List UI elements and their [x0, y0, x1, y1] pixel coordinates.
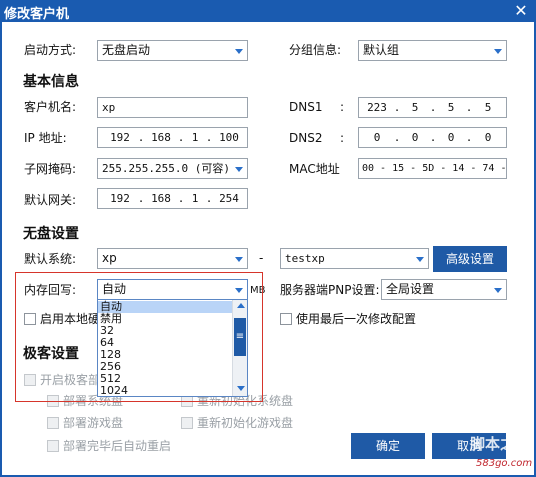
dropdown-option[interactable]: 1024: [98, 385, 232, 397]
reinit-game-checkbox[interactable]: [181, 417, 193, 429]
ok-button[interactable]: 确定: [351, 433, 425, 459]
title-bar: [0, 0, 536, 22]
chevron-down-icon: [235, 167, 243, 172]
system-dash: -: [259, 251, 264, 265]
last-config-label: 使用最后一次修改配置: [296, 312, 417, 326]
diskless-header: 无盘设置: [23, 226, 79, 242]
client-name-field[interactable]: xp: [97, 97, 248, 118]
watermark-url: 583go.com: [476, 458, 533, 469]
dropdown-option[interactable]: 禁用: [98, 313, 232, 325]
client-name-label: 客户机名:: [24, 100, 77, 114]
dns1-field[interactable]: 223. 5. 5. 5: [358, 97, 507, 118]
dropdown-scrollbar[interactable]: ≡: [232, 300, 247, 396]
group-label: 分组信息:: [289, 43, 342, 57]
reinit-game-label: 重新初始化游戏盘: [197, 416, 294, 430]
watermark-text: 脚本之家: [470, 435, 531, 453]
scroll-down-icon[interactable]: [237, 386, 245, 391]
scroll-thumb[interactable]: ≡: [234, 318, 246, 356]
deploy-game-checkbox[interactable]: [47, 417, 59, 429]
mask-select[interactable]: 255.255.255.0 (可容): [97, 158, 248, 179]
boot-mode-label: 启动方式:: [24, 43, 77, 57]
deploy-game-label: 部署游戏盘: [63, 416, 124, 430]
dropdown-option[interactable]: 32: [98, 325, 232, 337]
chevron-down-icon: [235, 257, 243, 262]
mask-label: 子网掩码:: [24, 162, 77, 176]
mac-field[interactable]: 00 - 15 - 5D - 14 - 74 - 06: [358, 158, 507, 179]
write-cache-dropdown[interactable]: 自动 禁用 32 64 128 256 512 1024 ≡: [97, 299, 248, 397]
chevron-down-icon: [494, 49, 502, 54]
mac-label: MAC地址: [289, 162, 340, 176]
dns2-label: DNS2: [289, 131, 323, 145]
gateway-field[interactable]: 192. 168. 1. 254: [97, 188, 248, 209]
chevron-down-icon: [416, 257, 424, 262]
basic-info-header: 基本信息: [23, 74, 79, 90]
chevron-down-icon: [235, 49, 243, 54]
ip-label: IP 地址:: [24, 131, 67, 145]
ip-field[interactable]: 192. 168. 1. 100: [97, 127, 248, 148]
pnp-select[interactable]: 全局设置: [381, 279, 507, 300]
boot-mode-select[interactable]: 无盘启动: [97, 40, 248, 61]
default-system-label: 默认系统:: [24, 252, 77, 266]
auto-restart-label: 部署完毕后自动重启: [63, 439, 172, 453]
scroll-up-icon[interactable]: [237, 303, 245, 308]
dns2-colon: :: [340, 131, 345, 145]
secondary-system-select[interactable]: testxp: [280, 248, 429, 269]
dns1-colon: :: [340, 100, 345, 114]
advanced-settings-button[interactable]: 高级设置: [433, 246, 507, 272]
close-icon[interactable]: ✕: [511, 1, 531, 21]
chevron-down-icon: [494, 288, 502, 293]
dns1-label: DNS1: [289, 100, 323, 114]
pnp-label: 服务器端PNP设置:: [280, 283, 380, 297]
dns2-field[interactable]: 0.0.0.0: [358, 127, 507, 148]
default-system-select[interactable]: xp: [97, 248, 248, 269]
gateway-label: 默认网关:: [24, 193, 77, 207]
group-select[interactable]: 默认组: [358, 40, 507, 61]
window-title: 修改客户机: [4, 7, 70, 22]
auto-restart-checkbox[interactable]: [47, 440, 59, 452]
last-config-checkbox[interactable]: [280, 313, 292, 325]
